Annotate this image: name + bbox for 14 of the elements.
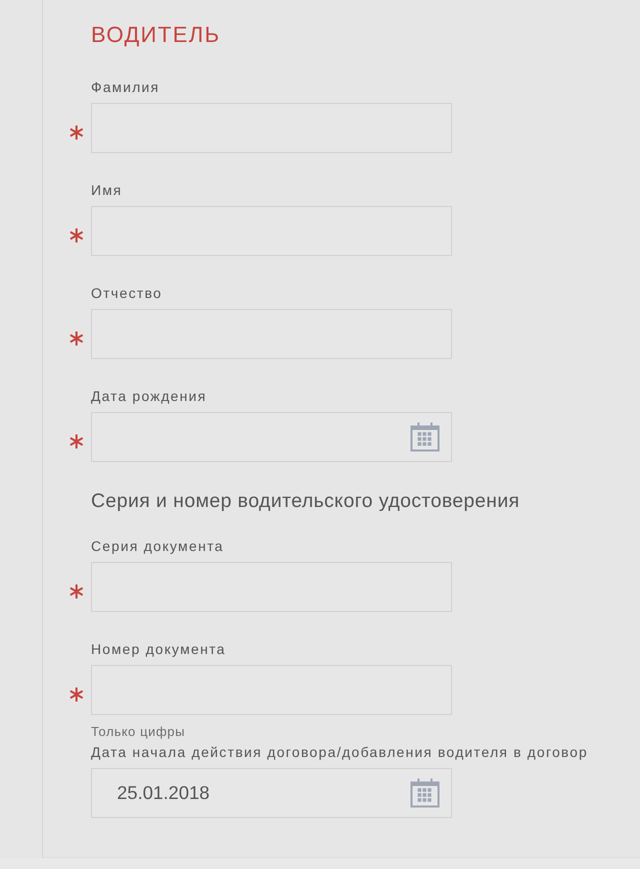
field-label: Фамилия [91, 79, 161, 95]
field-label: Дата начала действия договора/добавления водителя в договор [91, 744, 589, 760]
date-field[interactable] [91, 412, 452, 462]
date-field[interactable]: 25.01.2018 [91, 768, 452, 818]
field-label: Серия документа [91, 538, 225, 554]
field-label: Имя [91, 182, 124, 198]
section-title: ВОДИТЕЛЬ [91, 21, 222, 49]
field-label: Номер документа [91, 641, 227, 657]
calendar-icon[interactable] [410, 778, 440, 808]
calendar-icon[interactable] [410, 422, 440, 452]
field-label: Дата рождения [91, 388, 208, 404]
field-label: Отчество [91, 285, 164, 301]
field-hint: Только цифры [91, 724, 186, 740]
subsection-heading: Серия и номер водительского удостоверения [91, 489, 521, 513]
